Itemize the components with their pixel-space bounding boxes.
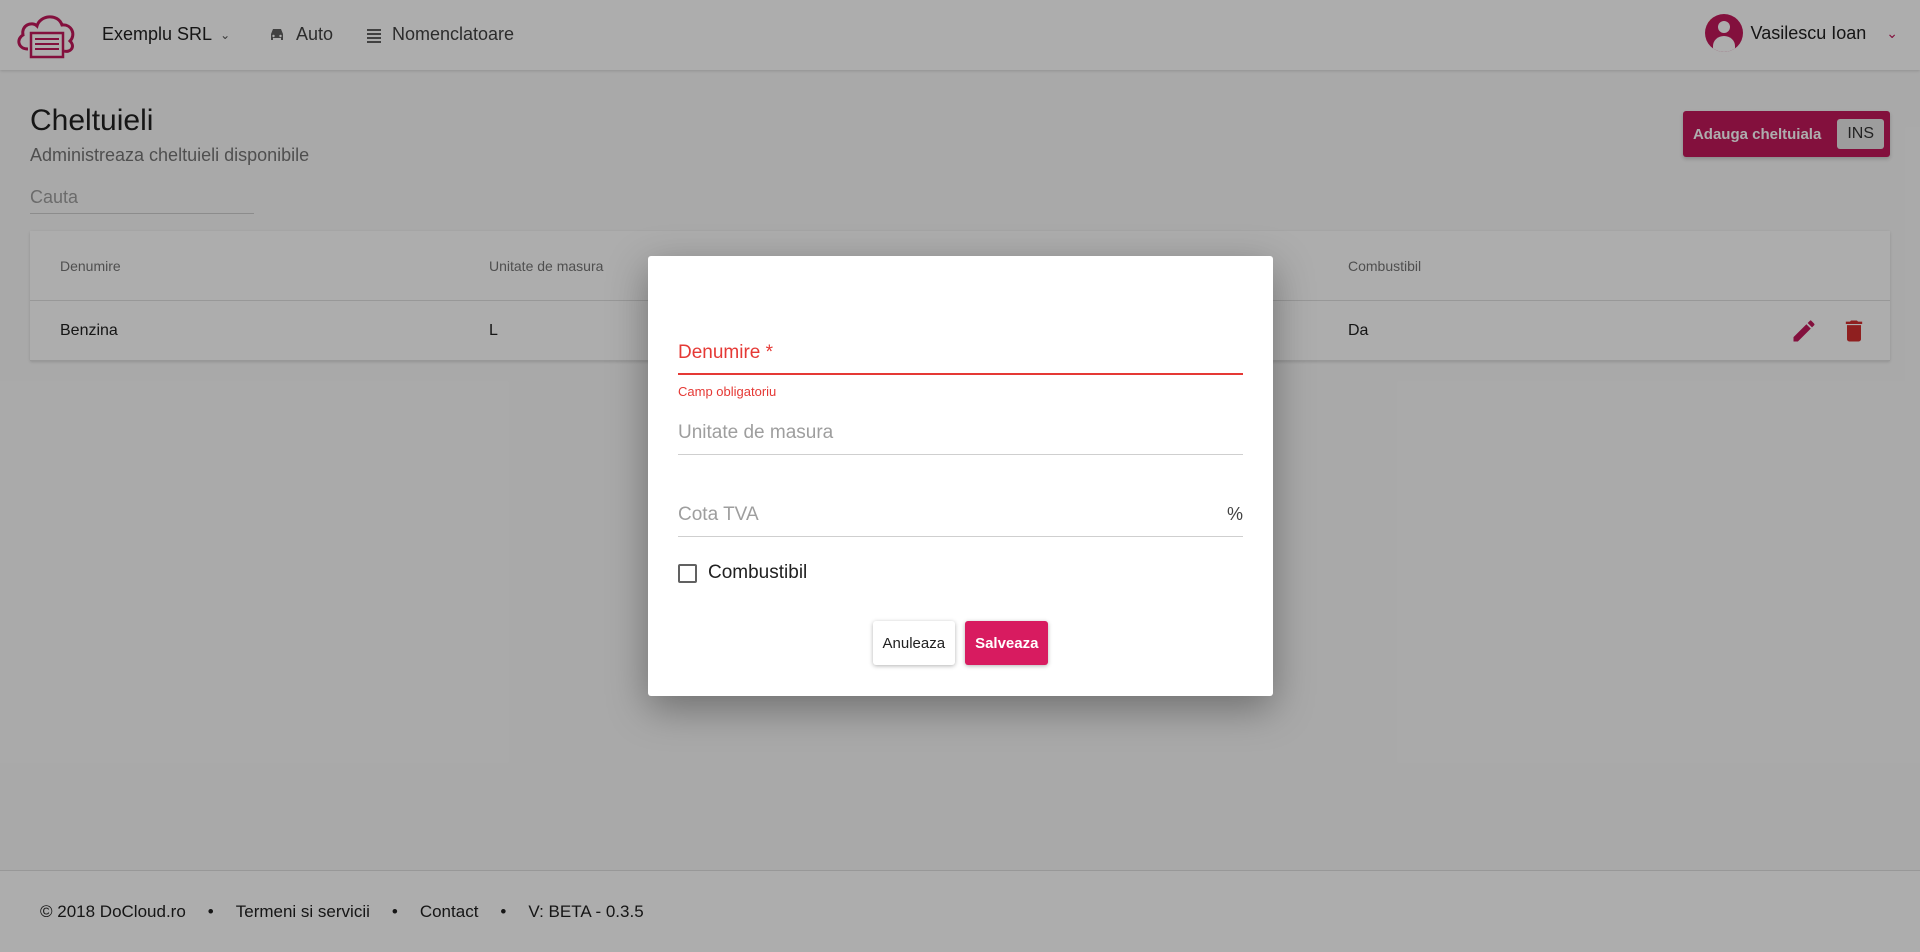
cota-tva-label: Cota TVA: [678, 504, 759, 525]
denumire-error: Camp obligatoriu: [678, 384, 777, 399]
save-button[interactable]: Salveaza: [965, 621, 1049, 665]
cancel-button[interactable]: Anuleaza: [872, 621, 956, 665]
cota-tva-underline: [678, 536, 1243, 537]
checkbox-box[interactable]: [678, 563, 697, 583]
denumire-underline: [678, 373, 1243, 375]
denumire-label: Denumire *: [678, 342, 774, 363]
cota-tva-field[interactable]: Cota TVA %: [678, 504, 1243, 537]
dialog-actions: Anuleaza Salveaza: [648, 621, 1273, 665]
percent-suffix: %: [1226, 504, 1243, 524]
combustibil-label: Combustibil: [708, 562, 808, 583]
unitate-underline: [678, 454, 1243, 455]
combustibil-checkbox[interactable]: Combustibil: [678, 562, 807, 584]
add-expense-dialog: Denumire * Camp obligatoriu Unitate de m…: [648, 256, 1273, 696]
unitate-field[interactable]: Unitate de masura: [678, 422, 1243, 455]
denumire-field[interactable]: Denumire * Camp obligatoriu: [678, 342, 1243, 399]
unitate-label: Unitate de masura: [678, 422, 834, 443]
